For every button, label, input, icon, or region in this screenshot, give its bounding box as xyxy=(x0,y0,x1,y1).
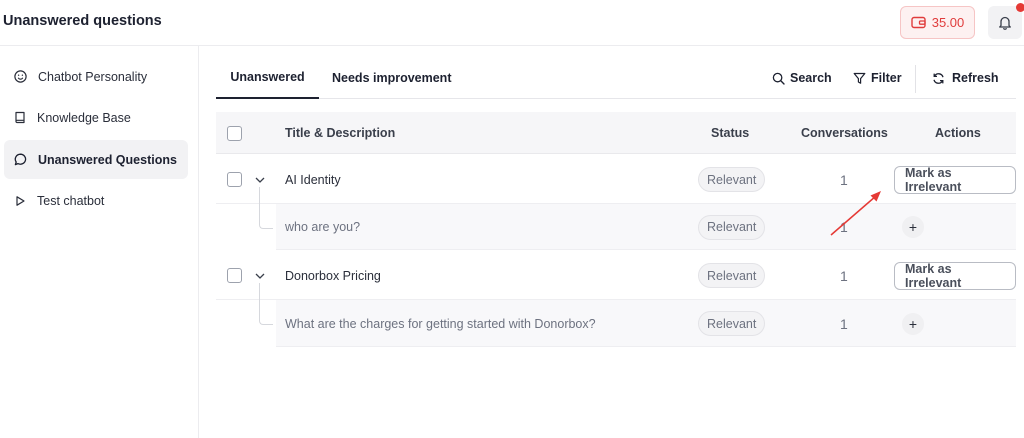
column-title: Title & Description xyxy=(285,126,396,140)
add-button[interactable]: + xyxy=(902,312,924,335)
table-row: Donorbox Pricing Relevant 1 Mark as Irre… xyxy=(216,251,1016,300)
tree-connector xyxy=(259,283,273,325)
play-icon xyxy=(16,195,25,206)
sidebar-item-chatbot-personality[interactable]: Chatbot Personality xyxy=(4,57,188,96)
sidebar-item-test-chatbot[interactable]: Test chatbot xyxy=(4,181,188,220)
conversation-count: 1 xyxy=(840,267,848,284)
toolbar-divider xyxy=(915,65,916,93)
table-row: AI Identity Relevant 1 Mark as Irrelevan… xyxy=(216,155,1016,204)
bell-icon xyxy=(999,16,1011,30)
mark-irrelevant-button[interactable]: Mark as Irrelevant xyxy=(894,261,1016,290)
credits-button[interactable]: 35.00 xyxy=(900,6,975,39)
sidebar: Chatbot Personality Knowledge Base Unans… xyxy=(0,46,199,438)
table-header: Title & Description Status Conversations… xyxy=(216,112,1016,154)
search-label: Search xyxy=(790,71,832,85)
sidebar-item-label: Unanswered Questions xyxy=(38,152,177,167)
row-title: Donorbox Pricing xyxy=(285,268,381,283)
table-row-child: What are the charges for getting started… xyxy=(276,300,1016,347)
book-icon xyxy=(15,111,25,124)
tab-unanswered[interactable]: Unanswered xyxy=(216,57,319,99)
tree-connector xyxy=(259,187,273,229)
page-title: Unanswered questions xyxy=(3,13,162,29)
sidebar-item-knowledge-base[interactable]: Knowledge Base xyxy=(4,98,188,137)
select-all-checkbox[interactable] xyxy=(227,125,242,141)
tab-bar: Unanswered Needs improvement Search Filt… xyxy=(216,57,1016,99)
row-checkbox[interactable] xyxy=(227,268,242,283)
sidebar-item-label: Chatbot Personality xyxy=(38,69,148,84)
conversation-count: 1 xyxy=(840,219,848,235)
refresh-button[interactable]: Refresh xyxy=(932,57,999,99)
row-title: AI Identity xyxy=(285,172,341,187)
status-badge: Relevant xyxy=(698,263,766,288)
top-bar: Unanswered questions 35.00 xyxy=(0,0,1024,46)
sidebar-item-label: Knowledge Base xyxy=(37,110,131,125)
column-actions: Actions xyxy=(935,126,981,140)
filter-button[interactable]: Filter xyxy=(853,57,902,99)
add-button[interactable]: + xyxy=(902,216,924,238)
notifications-button[interactable] xyxy=(988,3,1024,39)
column-conversations: Conversations xyxy=(801,126,888,140)
chat-bubble-icon xyxy=(14,153,27,166)
wallet-icon xyxy=(911,16,926,29)
status-badge: Relevant xyxy=(698,167,766,192)
search-button[interactable]: Search xyxy=(772,57,832,99)
tab-needs-improvement[interactable]: Needs improvement xyxy=(332,57,451,99)
column-status: Status xyxy=(711,126,750,140)
question-text: who are you? xyxy=(285,220,361,234)
refresh-label: Refresh xyxy=(952,71,999,85)
row-checkbox[interactable] xyxy=(227,172,242,187)
search-icon xyxy=(772,72,785,85)
conversation-count: 1 xyxy=(840,171,848,188)
status-badge: Relevant xyxy=(698,214,766,240)
question-text: What are the charges for getting started… xyxy=(285,316,596,331)
refresh-icon xyxy=(933,72,944,84)
filter-icon xyxy=(853,72,866,84)
sidebar-item-unanswered-questions[interactable]: Unanswered Questions xyxy=(4,140,188,179)
sidebar-item-label: Test chatbot xyxy=(37,193,105,208)
mark-irrelevant-button[interactable]: Mark as Irrelevant xyxy=(894,165,1016,194)
status-badge: Relevant xyxy=(698,311,766,336)
notification-dot xyxy=(1016,3,1024,12)
credits-value: 35.00 xyxy=(931,15,965,30)
table-row-child: who are you? Relevant 1 + xyxy=(276,204,1016,250)
conversation-count: 1 xyxy=(840,315,848,332)
filter-label: Filter xyxy=(871,71,902,85)
smile-icon xyxy=(14,70,27,83)
